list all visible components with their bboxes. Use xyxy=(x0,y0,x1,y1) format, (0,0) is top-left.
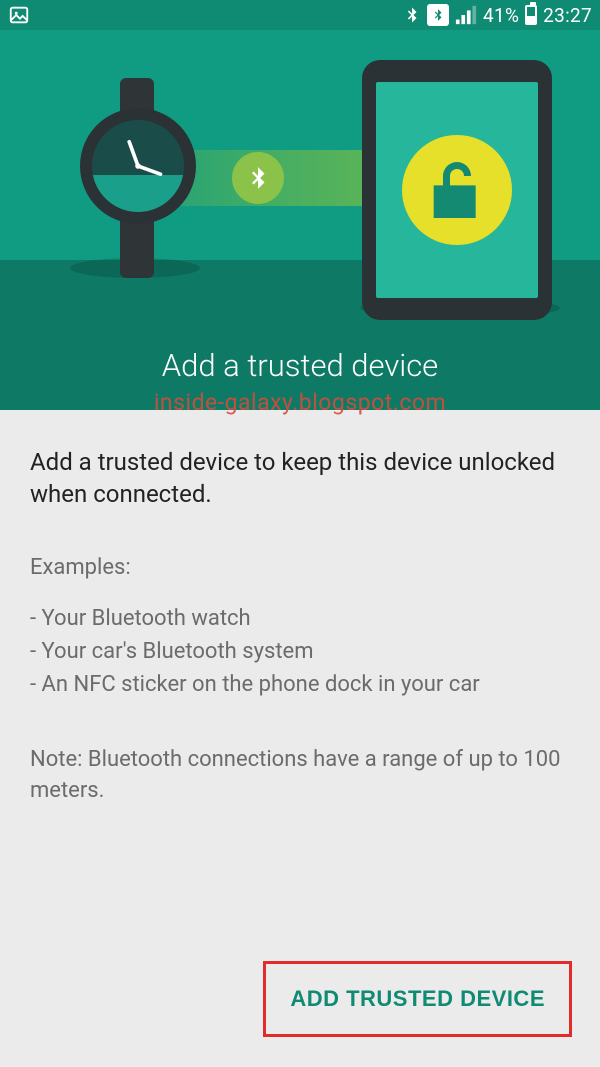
picture-icon xyxy=(8,4,30,26)
example-item: - Your Bluetooth watch xyxy=(30,602,570,635)
content-area: Add a trusted device to keep this device… xyxy=(0,410,600,1067)
unlock-icon xyxy=(402,135,512,245)
example-item: - Your car's Bluetooth system xyxy=(30,635,570,668)
watch-icon xyxy=(80,108,196,224)
examples-label: Examples: xyxy=(30,555,570,580)
add-trusted-device-button[interactable]: ADD TRUSTED DEVICE xyxy=(266,964,569,1034)
signal-icon xyxy=(455,5,477,25)
lead-text: Add a trusted device to keep this device… xyxy=(30,446,570,511)
bluetooth-icon xyxy=(403,4,421,26)
status-bar: 41% 23:27 xyxy=(0,0,600,30)
action-highlight: ADD TRUSTED DEVICE xyxy=(263,961,572,1037)
tablet-icon xyxy=(362,60,552,320)
hero-illustration xyxy=(0,30,600,320)
example-item: - An NFC sticker on the phone dock in yo… xyxy=(30,668,570,701)
beam-bluetooth-icon xyxy=(232,152,284,204)
battery-icon xyxy=(525,5,537,25)
note-text: Note: Bluetooth connections have a range… xyxy=(30,745,570,807)
clock: 23:27 xyxy=(543,4,592,27)
title-bar: Add a trusted device inside-galaxy.blogs… xyxy=(0,320,600,410)
bluetooth-connected-icon xyxy=(427,4,449,26)
page-title: Add a trusted device xyxy=(162,347,438,384)
status-left xyxy=(8,4,30,26)
examples-list: - Your Bluetooth watch - Your car's Blue… xyxy=(30,602,570,701)
status-right: 41% 23:27 xyxy=(403,4,592,27)
screen: 41% 23:27 xyxy=(0,0,600,1067)
battery-percent: 41% xyxy=(483,4,519,27)
